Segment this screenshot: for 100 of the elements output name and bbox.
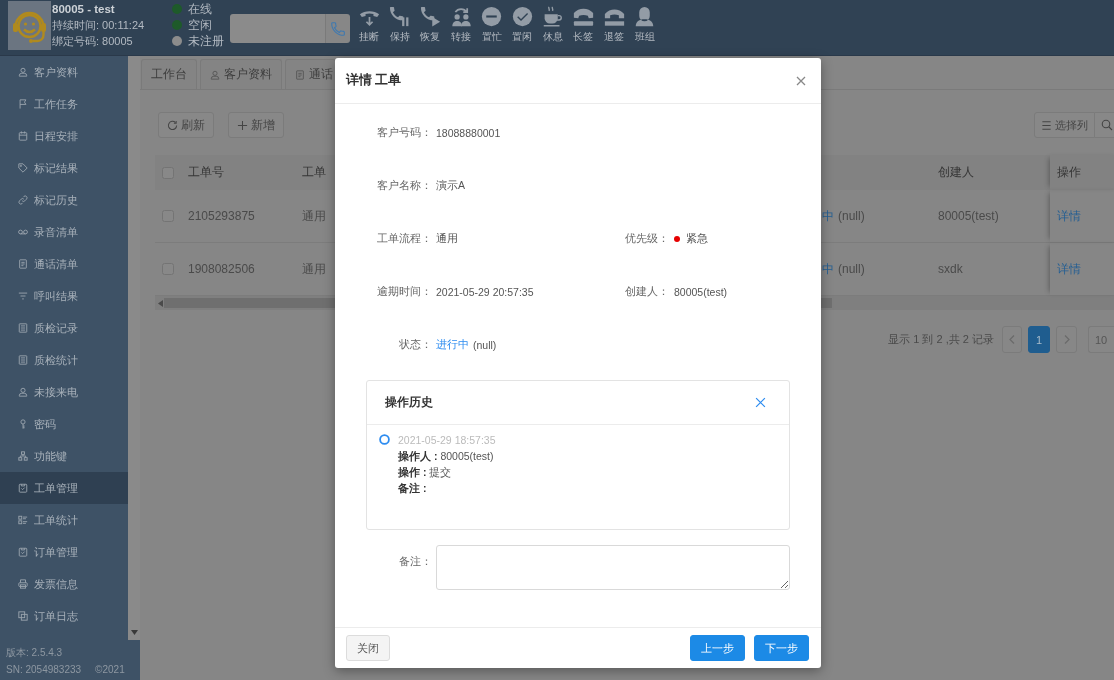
plus-icon (237, 119, 248, 131)
checklist-icon (18, 515, 28, 525)
tab[interactable]: 工作台 (141, 59, 197, 89)
primary-button[interactable]: 上一步 (690, 635, 745, 661)
table-cell: 1908082506 (188, 262, 255, 276)
column-header: 创建人 (938, 164, 974, 181)
bound-number: 绑定号码: 80005 (52, 34, 134, 49)
document-icon (18, 259, 28, 269)
sidebar-item[interactable]: 工作任务 (0, 88, 128, 120)
call-action-button[interactable]: 班组 (629, 6, 660, 55)
sidebar-item[interactable]: 功能键 (0, 440, 128, 472)
call-action-button[interactable]: 转接 (445, 6, 477, 55)
sidebar-item[interactable]: 标记历史 (0, 184, 128, 216)
phone-icon (331, 21, 345, 36)
scrollbar[interactable] (128, 56, 140, 640)
filter-icon (18, 291, 28, 301)
list-icon (1041, 119, 1052, 131)
close-button[interactable]: 关闭 (346, 635, 390, 661)
sidebar-item[interactable]: 未接来电 (0, 376, 128, 408)
caret-down-icon (130, 630, 138, 635)
history-title: 操作历史 (385, 395, 433, 410)
status-note: (null) (838, 262, 865, 276)
call-action-button[interactable]: 休息 (537, 6, 569, 55)
status-text: 中 (822, 260, 834, 278)
toolbar-button[interactable]: 新增 (228, 112, 284, 138)
phone-pause-icon (389, 6, 411, 27)
call-action-button[interactable]: 置忙 (476, 6, 507, 55)
version-text: 版本: 2.5.4.3 (6, 646, 64, 660)
sidebar-item[interactable]: 工单统计 (0, 504, 128, 536)
search-button[interactable] (1095, 112, 1114, 138)
phone-cradle-icon (572, 6, 594, 27)
calendar-icon (18, 131, 28, 141)
field-label: 客户号码： (376, 126, 432, 140)
history-time: 2021-05-29 18:57:35 (398, 433, 496, 448)
sidebar-item[interactable]: 通话清单 (0, 248, 128, 280)
field-label: 优先级： (625, 232, 670, 246)
next-page-button[interactable] (1056, 326, 1077, 353)
sidebar-item[interactable]: 客户资料 (0, 56, 128, 88)
column-header: 工单 (302, 164, 326, 181)
sidebar-item[interactable]: 日程安排 (0, 120, 128, 152)
clipboard-icon (18, 547, 28, 557)
field-label: 状态： (398, 338, 432, 352)
field-label: 工单流程： (376, 232, 432, 246)
status-label: 空闲 (188, 18, 212, 33)
call-action-button[interactable]: 退签 (598, 6, 630, 55)
link-icon (18, 195, 28, 205)
history-label: 备注 : (398, 481, 427, 496)
key-icon (18, 419, 28, 429)
close-icon[interactable] (796, 75, 806, 86)
timeline-dot-icon (379, 434, 390, 445)
table-cell: sxdk (938, 262, 963, 276)
headset-smiley-icon (8, 1, 51, 50)
sidebar-item[interactable]: 呼叫结果 (0, 280, 128, 312)
call-button[interactable] (325, 14, 350, 43)
hierarchy-icon (18, 451, 28, 461)
sidebar-item[interactable]: 工单管理 (0, 472, 128, 504)
status-note: (null) (838, 209, 865, 223)
status-label: 在线 (188, 2, 212, 17)
toolbar-button[interactable]: 选择列 (1034, 112, 1095, 138)
sidebar-item[interactable]: 订单日志 (0, 600, 128, 632)
remark-input[interactable] (436, 545, 790, 590)
table-cell: 80005(test) (938, 209, 999, 223)
status-text: 进行中 (436, 338, 469, 352)
sidebar-item[interactable]: 录音清单 (0, 216, 128, 248)
tab[interactable]: 通话 (285, 59, 336, 89)
sidebar-item[interactable]: 订单管理 (0, 536, 128, 568)
search-icon (1101, 119, 1113, 131)
person-icon (210, 69, 220, 80)
call-action-button[interactable]: 恢复 (415, 6, 446, 55)
history-value: 提交 (429, 465, 452, 480)
sidebar-item[interactable]: 发票信息 (0, 568, 128, 600)
chevron-left-icon (1009, 335, 1015, 344)
tab[interactable]: 客户资料 (200, 59, 282, 89)
call-action-button[interactable]: 置闲 (506, 6, 538, 55)
sidebar-item[interactable]: 质检记录 (0, 312, 128, 344)
dialog-title: 详情 工单 (346, 72, 402, 89)
voicemail-icon (18, 227, 28, 237)
person-icon (634, 6, 656, 27)
sidebar-item[interactable]: 质检统计 (0, 344, 128, 376)
serial-number: SN: 2054983233 (6, 663, 82, 677)
agent-name: 80005 - test (52, 2, 116, 17)
table-cell: 通用 (302, 207, 326, 225)
call-action-button[interactable]: 挂断 (354, 6, 385, 55)
history-label: 操作 : (398, 465, 427, 480)
coffee-cup-icon (542, 6, 564, 27)
primary-button[interactable]: 下一步 (754, 635, 809, 661)
toolbar-button[interactable]: 刷新 (158, 112, 214, 138)
page-button[interactable]: 1 (1028, 326, 1050, 353)
clipboard-icon (18, 483, 28, 493)
sidebar-item[interactable]: 密码 (0, 408, 128, 440)
close-icon[interactable] (755, 397, 766, 408)
call-action-button[interactable]: 长签 (568, 6, 599, 55)
printer-icon (18, 579, 28, 589)
report-icon (18, 355, 28, 365)
status-note: (null) (473, 339, 497, 351)
previous-page-button[interactable] (1002, 326, 1022, 353)
phone-number-input[interactable] (230, 14, 325, 43)
sidebar-item[interactable]: 标记结果 (0, 152, 128, 184)
call-action-button[interactable]: 保持 (384, 6, 416, 55)
copyright-text: ©2021 (95, 663, 125, 677)
